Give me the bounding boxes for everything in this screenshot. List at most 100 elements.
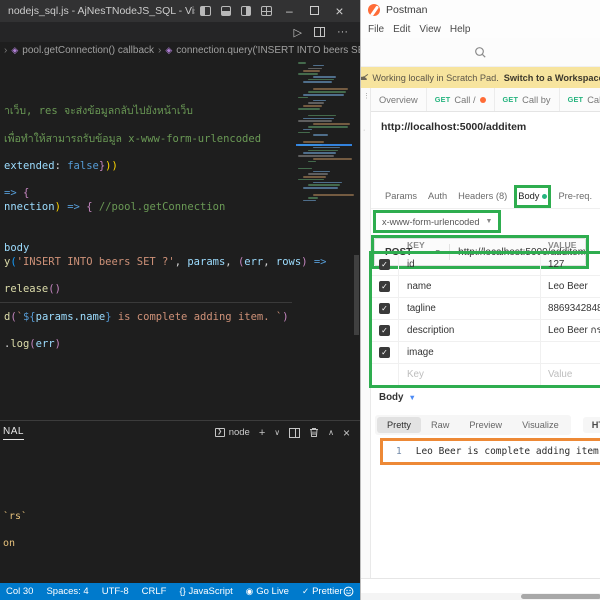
row-key-cell[interactable]: id xyxy=(399,254,541,275)
minimap-line xyxy=(303,200,316,202)
statusbar-item[interactable]: ◉Go Live xyxy=(246,586,289,597)
search-icon[interactable] xyxy=(474,46,487,59)
row-checkbox-cell: ✓ xyxy=(371,320,399,341)
breadcrumb-separator: › xyxy=(158,45,161,56)
minimap-line xyxy=(303,141,324,143)
kv-table-rows: ✓ id127 ✓ nameLeo Beer ✓ tagline88693428489 ✓ d… xyxy=(371,254,600,386)
minimap-line xyxy=(313,134,328,136)
run-icon[interactable]: ▷ xyxy=(294,26,302,39)
breadcrumb[interactable]: ›◈pool.getConnection() callback›◈connect… xyxy=(0,42,360,58)
minimap-line xyxy=(303,105,322,107)
request-tab[interactable]: GETCall by xyxy=(560,88,600,111)
row-value-placeholder[interactable]: Value xyxy=(541,364,600,385)
minimize-button[interactable]: – xyxy=(277,4,302,18)
launch-profile[interactable]: ❯node xyxy=(215,427,250,438)
customize-layout-icon[interactable] xyxy=(261,6,271,16)
method-label: GET xyxy=(435,95,451,104)
row-key-cell[interactable]: description xyxy=(399,320,541,341)
maximize-panel-icon[interactable]: ∧ xyxy=(328,428,334,437)
statusbar-item[interactable]: Spaces: 4 xyxy=(46,586,88,597)
row-value-cell[interactable]: Leo Beer กระป๋ xyxy=(541,320,600,341)
response-tab-preview[interactable]: Preview xyxy=(459,417,512,433)
row-value-cell[interactable] xyxy=(541,342,600,363)
editor-scrollbar-thumb[interactable] xyxy=(354,255,359,335)
horizontal-scrollbar[interactable] xyxy=(361,593,600,600)
tab-terminal[interactable]: NAL xyxy=(3,426,24,440)
checkbox-checked-icon[interactable]: ✓ xyxy=(379,259,390,270)
row-checkbox-cell: ✓ xyxy=(371,276,399,297)
response-body-section[interactable]: Body ▼ xyxy=(379,392,416,403)
row-value-cell[interactable]: 127 xyxy=(541,254,600,275)
request-tab[interactable]: GETCall / xyxy=(427,88,495,111)
more-actions-icon[interactable]: ··· xyxy=(337,26,348,38)
menu-item-view[interactable]: View xyxy=(419,24,441,35)
tab-params[interactable]: Params xyxy=(385,184,417,208)
kill-terminal-icon[interactable] xyxy=(309,427,319,438)
row-key-placeholder[interactable]: Key xyxy=(399,364,541,385)
code-line: าเว็บ, res จะส่งข้อมูลกลับไปยังหน้าเว็บ xyxy=(4,105,193,119)
statusbar-item[interactable]: CRLF xyxy=(142,586,167,597)
toggle-panel-icon[interactable] xyxy=(221,6,231,16)
row-value-cell[interactable]: 88693428489 xyxy=(541,298,600,319)
code-line: body xyxy=(4,242,29,256)
breadcrumb-item[interactable]: connection.query('INSERT INTO beers SET … xyxy=(176,45,360,56)
statusbar-item[interactable]: ✓Prettier xyxy=(302,586,343,597)
row-key-cell[interactable]: tagline xyxy=(399,298,541,319)
menu-item-file[interactable]: File xyxy=(368,24,384,35)
row-key-cell[interactable]: image xyxy=(399,342,541,363)
code-editor[interactable]: าเว็บ, res จะส่งข้อมูลกลับไปยังหน้าเว็บเ… xyxy=(0,58,360,420)
sidebar-sliver[interactable]: ⋮ · xyxy=(361,88,371,578)
toggle-secondary-sidebar-icon[interactable] xyxy=(241,6,251,16)
kv-table-header: KEY VALUE xyxy=(371,240,600,252)
statusbar-item[interactable]: {} JavaScript xyxy=(179,586,232,597)
request-tab[interactable]: Overview xyxy=(371,88,427,111)
statusbar-item[interactable]: UTF-8 xyxy=(102,586,129,597)
statusbar-item[interactable]: Col 30 xyxy=(6,586,33,597)
row-key-cell[interactable]: name xyxy=(399,276,541,297)
terminal-output[interactable]: `rs`on xyxy=(0,444,360,583)
body-type-dropdown[interactable]: x-www-form-urlencoded ▼ xyxy=(375,212,499,231)
response-format-select[interactable]: HTML xyxy=(583,417,600,433)
checkbox-checked-icon[interactable]: ✓ xyxy=(379,281,390,292)
feedback-icon[interactable] xyxy=(343,586,354,597)
code-line: release() xyxy=(4,283,61,297)
breadcrumb-item[interactable]: pool.getConnection() callback xyxy=(22,45,154,56)
response-tab-raw[interactable]: Raw xyxy=(421,417,459,433)
horizontal-scrollbar-thumb[interactable] xyxy=(521,594,600,599)
tab-body[interactable]: Body xyxy=(518,184,547,208)
close-button[interactable]: × xyxy=(327,3,352,19)
menu-item-help[interactable]: Help xyxy=(450,24,471,35)
checkbox-checked-icon[interactable]: ✓ xyxy=(379,303,390,314)
terminal-dropdown-icon[interactable]: ∨ xyxy=(274,428,280,437)
menu-item-edit[interactable]: Edit xyxy=(393,24,410,35)
checkbox-checked-icon[interactable]: ✓ xyxy=(379,347,390,358)
minimap-line xyxy=(308,197,318,199)
body-type-chevron-down-icon: ▼ xyxy=(486,218,493,225)
split-terminal-icon[interactable] xyxy=(289,428,300,438)
request-tab[interactable]: GETCall by xyxy=(495,88,560,111)
row-value-cell[interactable]: Leo Beer xyxy=(541,276,600,297)
tab-auth[interactable]: Auth xyxy=(428,184,447,208)
code-line: extended: false})) xyxy=(4,160,118,174)
response-tab-pretty[interactable]: Pretty xyxy=(377,417,421,433)
tab-pre-req-[interactable]: Pre-req. xyxy=(558,184,592,208)
minimap[interactable] xyxy=(298,62,350,262)
terminal-icon: ❯ xyxy=(215,428,225,437)
response-body-text: Leo Beer is complete adding item. xyxy=(416,446,600,457)
toggle-sidebar-icon[interactable] xyxy=(200,6,210,16)
response-tab-visualize[interactable]: Visualize xyxy=(512,417,569,433)
minimap-line xyxy=(298,97,308,99)
minimap-line xyxy=(313,147,340,149)
tab-headers-8-[interactable]: Headers (8) xyxy=(458,184,507,208)
switch-workspace-link[interactable]: Switch to a Workspace xyxy=(504,73,600,83)
minimap-line xyxy=(308,79,334,81)
new-terminal-icon[interactable]: + xyxy=(259,427,265,439)
maximize-button[interactable] xyxy=(302,4,327,18)
response-body-label: Body xyxy=(379,392,404,403)
close-panel-icon[interactable]: × xyxy=(343,426,350,440)
sidebar-sliver-icon: ⋮ xyxy=(363,93,370,100)
split-editor-icon[interactable] xyxy=(314,27,325,37)
broadcast-icon: ◉ xyxy=(246,586,253,597)
minimap-line xyxy=(308,102,324,104)
checkbox-checked-icon[interactable]: ✓ xyxy=(379,325,390,336)
